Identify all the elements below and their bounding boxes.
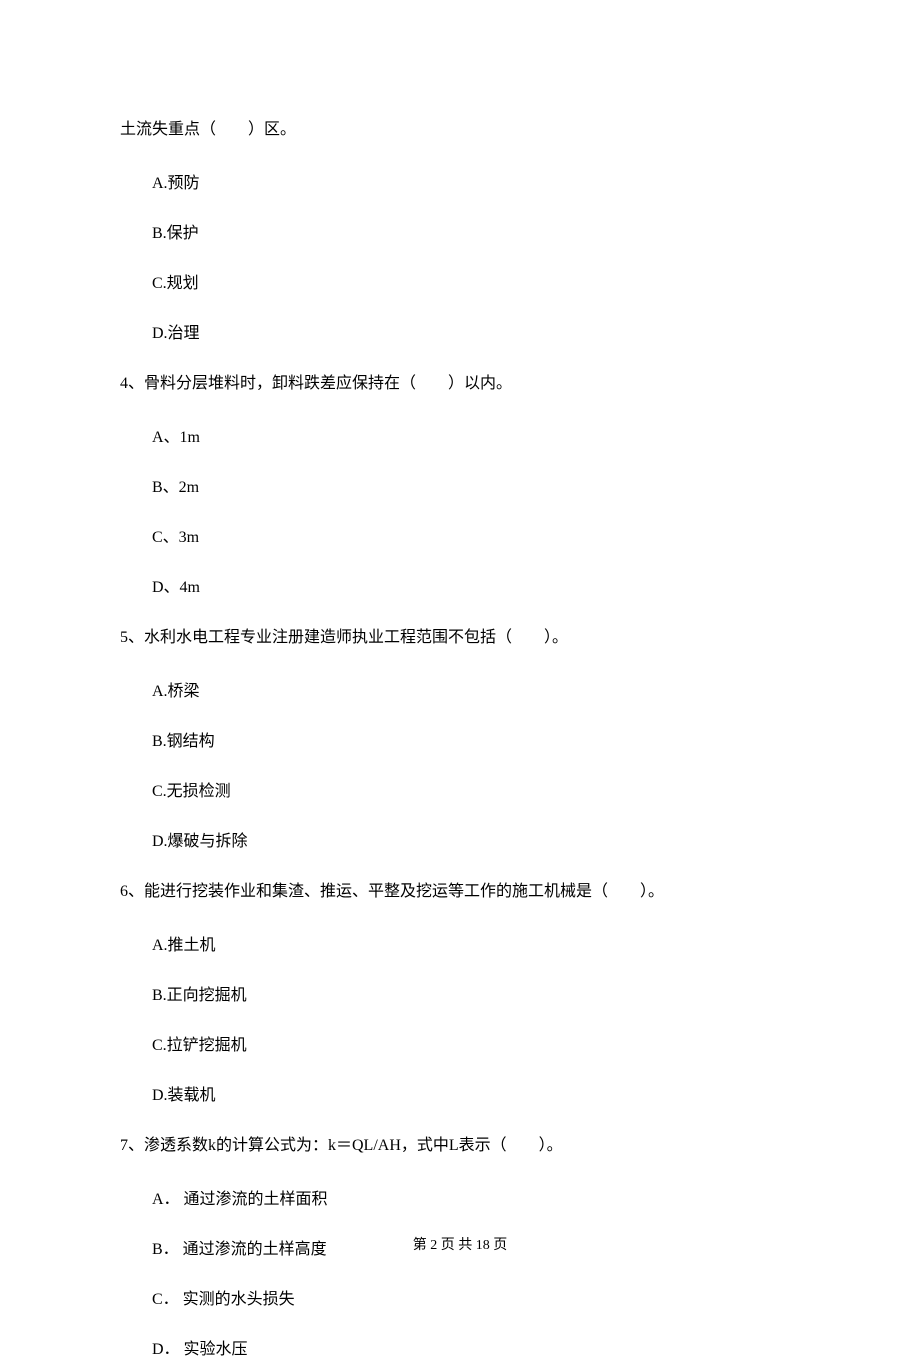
option-a: A.推土机 (152, 934, 800, 958)
option-a: A.桥梁 (152, 680, 800, 704)
question-text: 土流失重点（ ）区。 (120, 118, 800, 142)
option-b: B、2m (152, 476, 800, 500)
option-a: A.预防 (152, 172, 800, 196)
option-c: C.拉铲挖掘机 (152, 1034, 800, 1058)
option-d: D、4m (152, 576, 800, 600)
question-text: 7、渗透系数k的计算公式为：k＝QL/AH，式中L表示（ ）。 (120, 1134, 800, 1158)
option-b: B.正向挖掘机 (152, 984, 800, 1008)
option-list: A、1m B、2m C、3m D、4m (120, 426, 800, 600)
option-list: A． 通过渗流的土样面积 B． 通过渗流的土样高度 C． 实测的水头损失 D． … (120, 1188, 800, 1362)
option-a: A、1m (152, 426, 800, 450)
option-list: A.桥梁 B.钢结构 C.无损检测 D.爆破与拆除 (120, 680, 800, 854)
option-c: C． 实测的水头损失 (152, 1288, 800, 1312)
option-c: C、3m (152, 526, 800, 550)
option-c: C.无损检测 (152, 780, 800, 804)
option-b: B.保护 (152, 222, 800, 246)
question-6: 6、能进行挖装作业和集渣、推运、平整及挖运等工作的施工机械是（ ）。 A.推土机… (120, 880, 800, 1108)
page-body: 土流失重点（ ）区。 A.预防 B.保护 C.规划 D.治理 4、骨料分层堆料时… (0, 0, 920, 1362)
option-b: B.钢结构 (152, 730, 800, 754)
question-4: 4、骨料分层堆料时，卸料跌差应保持在（ ）以内。 A、1m B、2m C、3m … (120, 372, 800, 600)
option-d: D.装载机 (152, 1084, 800, 1108)
option-d: D． 实验水压 (152, 1338, 800, 1362)
option-list: A.预防 B.保护 C.规划 D.治理 (120, 172, 800, 346)
question-3-continuation: 土流失重点（ ）区。 A.预防 B.保护 C.规划 D.治理 (120, 118, 800, 346)
question-text: 5、水利水电工程专业注册建造师执业工程范围不包括（ ）。 (120, 626, 800, 650)
option-d: D.爆破与拆除 (152, 830, 800, 854)
option-c: C.规划 (152, 272, 800, 296)
option-d: D.治理 (152, 322, 800, 346)
option-list: A.推土机 B.正向挖掘机 C.拉铲挖掘机 D.装载机 (120, 934, 800, 1108)
question-5: 5、水利水电工程专业注册建造师执业工程范围不包括（ ）。 A.桥梁 B.钢结构 … (120, 626, 800, 854)
option-a: A． 通过渗流的土样面积 (152, 1188, 800, 1212)
question-text: 6、能进行挖装作业和集渣、推运、平整及挖运等工作的施工机械是（ ）。 (120, 880, 800, 904)
question-text: 4、骨料分层堆料时，卸料跌差应保持在（ ）以内。 (120, 372, 800, 396)
page-footer: 第 2 页 共 18 页 (0, 1235, 920, 1256)
